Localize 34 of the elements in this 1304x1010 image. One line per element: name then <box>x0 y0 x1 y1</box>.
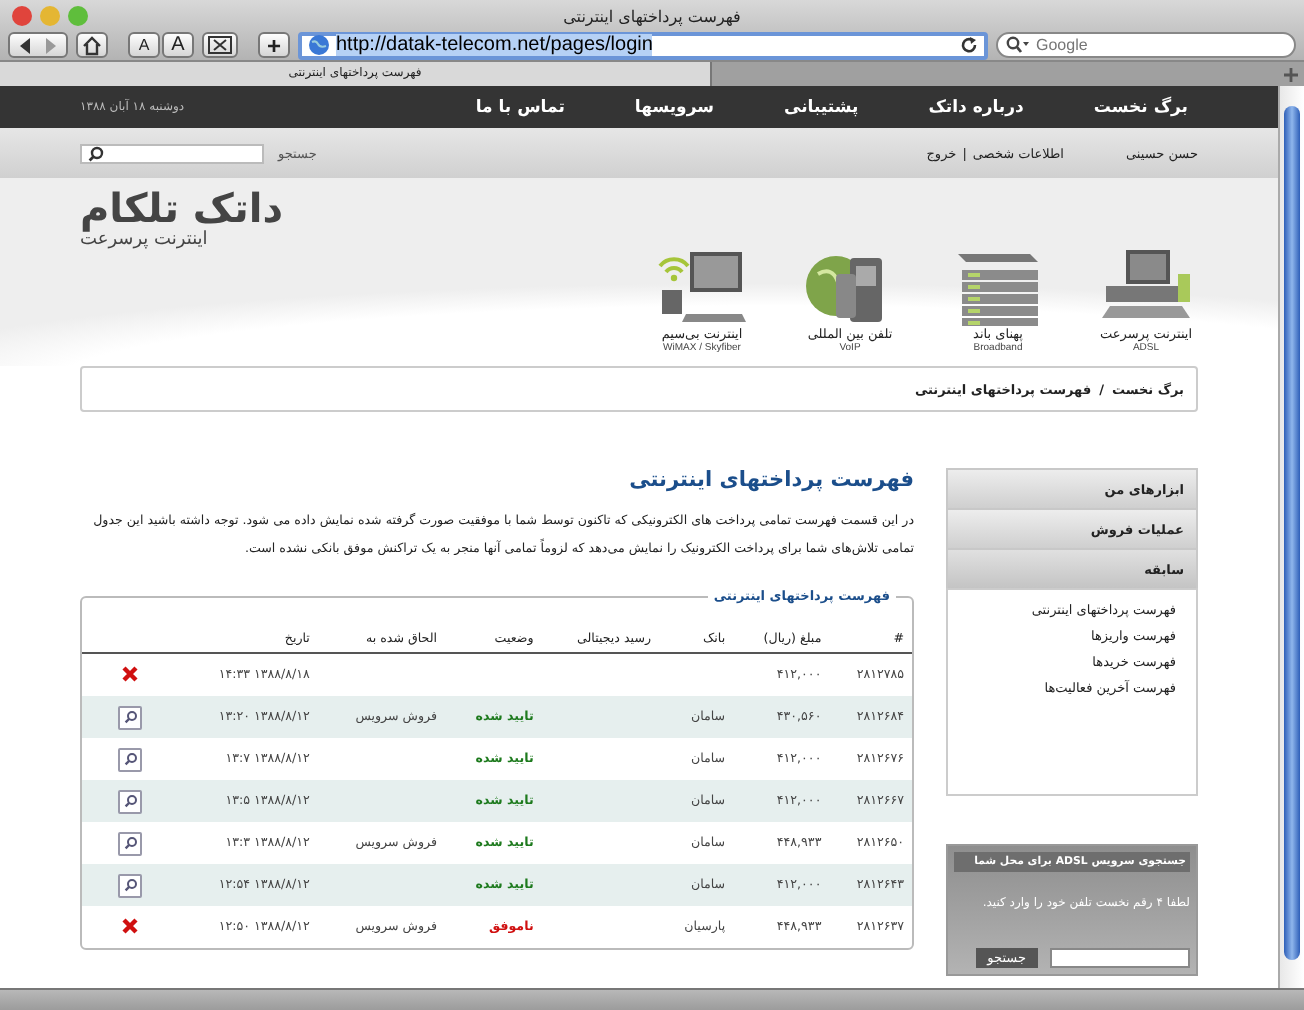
search-icon <box>88 145 104 161</box>
magnifier-icon[interactable] <box>118 747 142 771</box>
window-title: فهرست پرداختهای اینترنتی <box>563 7 741 25</box>
nav-link[interactable]: سرویسها <box>634 97 714 117</box>
new-tab-icon[interactable] <box>1278 62 1304 86</box>
snapshot-icon[interactable] <box>202 32 238 58</box>
scrollbar[interactable] <box>1278 86 1304 988</box>
logo-text: داتک تلکام <box>80 186 284 230</box>
wireless-computer-icon <box>654 246 750 326</box>
tagline-text: اینترنت پرسرعت <box>80 230 208 250</box>
font-larger-button[interactable]: A <box>162 32 194 58</box>
magnifier-icon[interactable] <box>118 705 142 729</box>
search-icon <box>1006 36 1030 54</box>
address-field[interactable]: http://datak-telecom.net/pages/login <box>298 31 988 59</box>
site-search-field[interactable] <box>80 143 264 163</box>
globe-icon <box>308 34 330 56</box>
back-forward-button[interactable] <box>8 32 68 58</box>
delete-icon[interactable] <box>122 665 138 681</box>
add-bookmark-button[interactable]: + <box>258 32 290 58</box>
nav-link[interactable]: تماس با ما <box>475 97 565 117</box>
home-icon[interactable] <box>76 32 108 58</box>
nav-link[interactable]: درباره داتک <box>928 97 1024 117</box>
magnifier-icon[interactable] <box>118 789 142 813</box>
magnifier-icon[interactable] <box>118 873 142 897</box>
phone-input-field[interactable] <box>1050 948 1190 968</box>
nav-link[interactable]: پشتیبانی <box>783 97 859 117</box>
search-field[interactable]: Google <box>996 32 1296 58</box>
page-title: فهرست پرداختهای اینترنتی <box>627 468 914 492</box>
magnifier-icon[interactable] <box>118 831 142 855</box>
close-button[interactable] <box>12 6 32 26</box>
nav-link[interactable]: برگ نخست <box>1093 97 1188 117</box>
delete-icon[interactable] <box>122 917 138 933</box>
reload-icon[interactable] <box>960 36 978 54</box>
font-smaller-button[interactable]: A <box>128 32 160 58</box>
